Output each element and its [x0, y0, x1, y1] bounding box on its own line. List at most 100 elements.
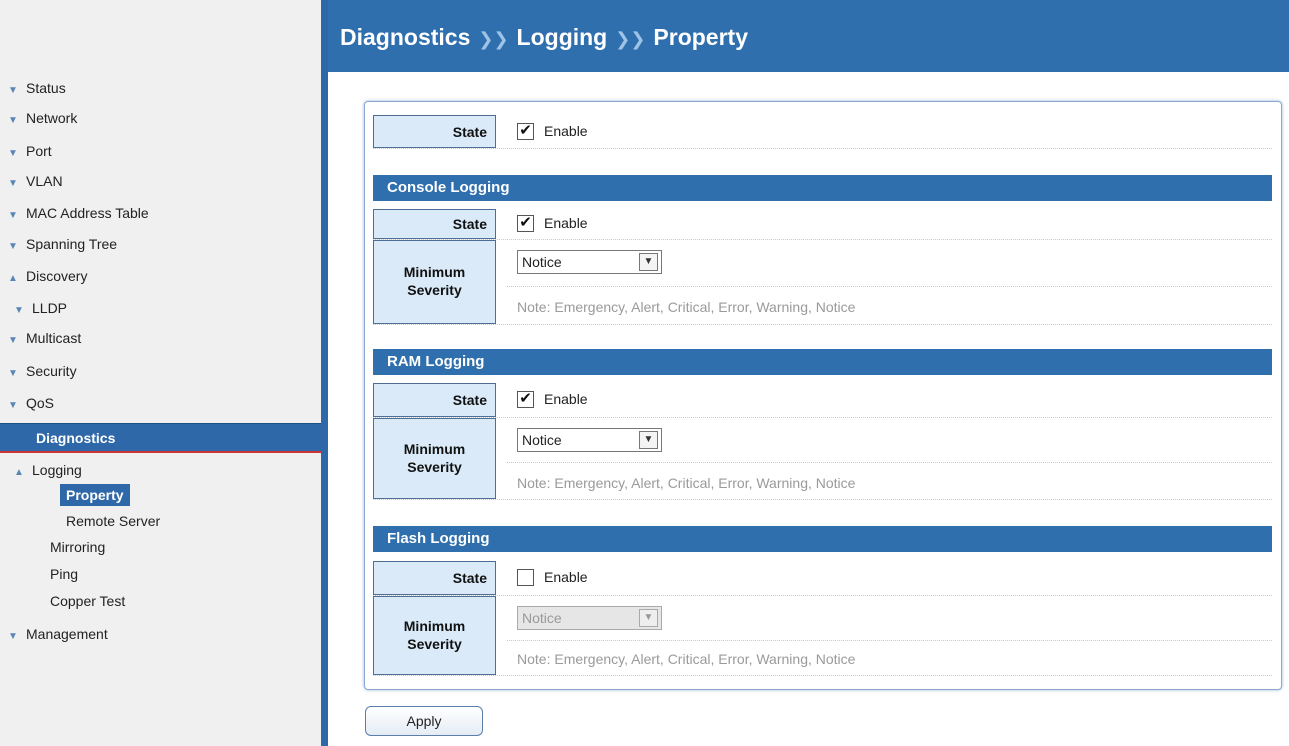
ram-state-checkbox[interactable]: ✔ [517, 391, 534, 408]
global-state-row: State ✔ Enable [373, 115, 1272, 149]
chevron-down-icon: ▼ [639, 253, 658, 271]
sidebar-item-remote-server[interactable]: Remote Server [66, 510, 160, 532]
sidebar-item-label: VLAN [26, 173, 63, 189]
sidebar-item-label: Discovery [26, 268, 88, 284]
chevron-down-icon: ▼ [8, 335, 18, 346]
chevron-down-icon: ▼ [8, 241, 18, 252]
ram-severity-row: Minimum Severity Notice ▼ Note: Emergenc… [373, 418, 1272, 500]
sidebar-item-logging[interactable]: ▲ Logging [14, 459, 82, 481]
chevron-up-icon: ▲ [14, 467, 24, 478]
sidebar-item-vlan[interactable]: ▼ VLAN [8, 170, 63, 192]
minimum-severity-label: Minimum Severity [373, 418, 496, 499]
enable-label: Enable [544, 215, 588, 231]
divider [507, 286, 1272, 287]
console-state-row: State ✔ Enable [373, 209, 1272, 240]
sidebar-item-label: Multicast [26, 330, 82, 346]
page-header: Diagnostics ❯❯ Logging ❯❯ Property [328, 0, 1289, 72]
sidebar-item-label: Network [26, 110, 78, 126]
select-value: Notice [522, 610, 562, 626]
enable-label: Enable [544, 123, 588, 139]
sidebar-item-label: QoS [26, 395, 55, 411]
console-severity-select[interactable]: Notice ▼ [517, 250, 662, 274]
console-severity-row: Minimum Severity Notice ▼ Note: Emergenc… [373, 240, 1272, 325]
chevron-down-icon: ▼ [8, 368, 18, 379]
minimum-severity-label-line: Minimum [403, 441, 466, 457]
logging-property-panel: State ✔ Enable Console Logging State ✔ E… [364, 101, 1282, 690]
state-label: State [373, 561, 496, 595]
select-value: Notice [522, 432, 562, 448]
minimum-severity-label-line: Severity [407, 636, 462, 652]
sidebar-divider[interactable] [321, 0, 328, 746]
sidebar-item-mac-address-table[interactable]: ▼ MAC Address Table [8, 202, 149, 224]
state-label: State [373, 209, 496, 239]
select-value: Notice [522, 254, 562, 270]
sidebar-item-property[interactable]: Property [60, 484, 130, 506]
state-label: State [373, 383, 496, 417]
severity-note: Note: Emergency, Alert, Critical, Error,… [517, 651, 856, 667]
console-state-checkbox[interactable]: ✔ [517, 215, 534, 232]
chevron-down-icon: ▼ [8, 400, 18, 411]
sidebar: ▼ Status ▼ Network ▼ Port ▼ VLAN ▼ MAC Addres… [0, 0, 321, 746]
sidebar-item-port[interactable]: ▼ Port [8, 140, 52, 162]
state-label: State [373, 115, 496, 148]
chevron-down-icon: ▼ [14, 305, 24, 316]
global-state-checkbox[interactable]: ✔ [517, 123, 534, 140]
sidebar-item-qos[interactable]: ▼ QoS [8, 392, 54, 414]
chevron-down-icon: ▼ [8, 148, 18, 159]
severity-note: Note: Emergency, Alert, Critical, Error,… [517, 475, 856, 491]
flash-logging-header: Flash Logging [373, 526, 1272, 552]
ram-state-row: State ✔ Enable [373, 383, 1272, 418]
enable-label: Enable [544, 391, 588, 407]
sidebar-item-label: MAC Address Table [26, 205, 149, 221]
sidebar-item-management[interactable]: ▼ Management [8, 623, 108, 645]
breadcrumb-diagnostics: Diagnostics [340, 24, 471, 50]
chevron-down-icon: ▼ [639, 431, 658, 449]
chevron-right-icon: ❯❯ [478, 29, 509, 49]
sidebar-item-network[interactable]: ▼ Network [8, 107, 77, 129]
sidebar-item-status[interactable]: ▼ Status [8, 77, 66, 99]
chevron-right-icon: ❯❯ [615, 29, 646, 49]
sidebar-item-ping[interactable]: Ping [50, 563, 78, 585]
enable-label: Enable [544, 569, 588, 585]
divider [507, 640, 1272, 641]
apply-button[interactable]: Apply [365, 706, 483, 736]
breadcrumb: Diagnostics ❯❯ Logging ❯❯ Property [340, 24, 748, 51]
breadcrumb-property: Property [653, 24, 748, 50]
flash-severity-select[interactable]: Notice ▼ [517, 606, 662, 630]
chevron-down-icon: ▼ [8, 210, 18, 221]
minimum-severity-label: Minimum Severity [373, 240, 496, 324]
chevron-down-icon: ▼ [8, 631, 18, 642]
sidebar-item-spanning-tree[interactable]: ▼ Spanning Tree [8, 233, 117, 255]
flash-state-row: State Enable [373, 561, 1272, 596]
sidebar-item-label: Spanning Tree [26, 236, 118, 252]
chevron-up-icon: ▲ [8, 273, 18, 284]
minimum-severity-label-line: Severity [407, 459, 462, 475]
chevron-down-icon: ▼ [8, 85, 18, 96]
flash-state-checkbox[interactable] [517, 569, 534, 586]
chevron-down-icon: ▼ [8, 115, 18, 126]
ram-severity-select[interactable]: Notice ▼ [517, 428, 662, 452]
severity-note: Note: Emergency, Alert, Critical, Error,… [517, 299, 856, 315]
sidebar-item-lldp[interactable]: ▼ LLDP [14, 297, 67, 319]
sidebar-item-multicast[interactable]: ▼ Multicast [8, 327, 81, 349]
chevron-down-icon: ▼ [639, 609, 658, 627]
divider [507, 462, 1272, 463]
ram-logging-header: RAM Logging [373, 349, 1272, 375]
sidebar-item-diagnostics[interactable]: Diagnostics [0, 423, 321, 453]
minimum-severity-label-line: Minimum [403, 264, 466, 280]
minimum-severity-label: Minimum Severity [373, 596, 496, 675]
sidebar-item-label: Logging [32, 462, 82, 478]
flash-severity-row: Minimum Severity Notice ▼ Note: Emergenc… [373, 596, 1272, 676]
sidebar-item-copper-test[interactable]: Copper Test [50, 590, 125, 612]
sidebar-item-label: Management [26, 626, 108, 642]
minimum-severity-label-line: Minimum [403, 618, 466, 634]
sidebar-item-label: Port [26, 143, 52, 159]
sidebar-item-discovery[interactable]: ▲ Discovery [8, 265, 87, 287]
chevron-down-icon: ▼ [8, 178, 18, 189]
sidebar-item-security[interactable]: ▼ Security [8, 360, 77, 382]
console-logging-header: Console Logging [373, 175, 1272, 201]
breadcrumb-logging: Logging [516, 24, 608, 50]
sidebar-item-mirroring[interactable]: Mirroring [50, 536, 105, 558]
sidebar-item-label: Security [26, 363, 77, 379]
minimum-severity-label-line: Severity [407, 282, 462, 298]
